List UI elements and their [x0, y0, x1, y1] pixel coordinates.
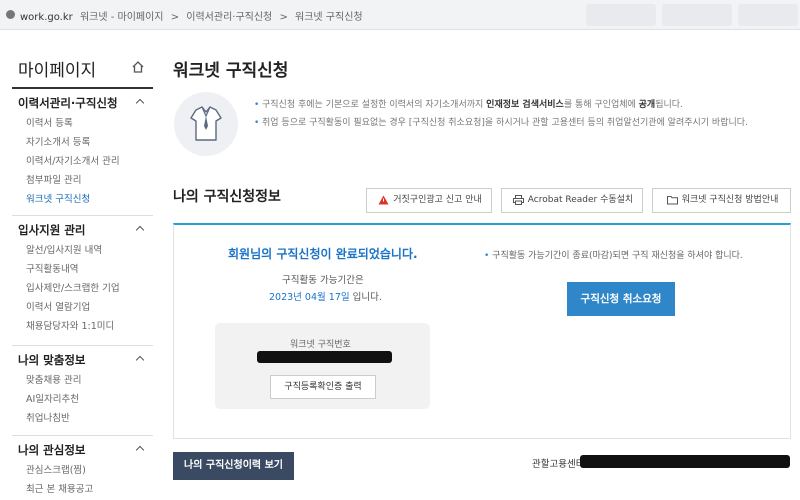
- sidebar-item-recruiter-chat[interactable]: 채용담당자와 1:1미디: [12, 317, 153, 336]
- sidebar-item-cover-letter[interactable]: 자기소개서 등록: [12, 133, 153, 152]
- sidebar-item-ai-recommend[interactable]: AI일자리추천: [12, 390, 153, 409]
- folder-icon: [666, 195, 678, 204]
- breadcrumb-item: 워크넷 - 마이페이지: [79, 12, 164, 23]
- sidebar-separator: [12, 215, 153, 216]
- acrobat-install-button[interactable]: Acrobat Reader 수동설치: [501, 188, 643, 213]
- sidebar-item-custom-jobs[interactable]: 맞춤채용 관리: [12, 371, 153, 390]
- sidebar-item-job-activity[interactable]: 구직활동내역: [12, 260, 153, 279]
- sidebar-item-scraps[interactable]: 관심스크랩(찜): [12, 461, 153, 480]
- notice-item: 취업 등으로 구직활동이 필요없는 경우 [구직신청 취소요청]을 하시거나 관…: [254, 116, 790, 130]
- cancel-application-button[interactable]: 구직신청 취소요청: [567, 282, 675, 316]
- sidebar-group-title[interactable]: 입사지원 관리: [12, 219, 153, 241]
- sidebar-item-resume-register[interactable]: 이력서 등록: [12, 114, 153, 133]
- sidebar-item-recent-jobs[interactable]: 최근 본 채용공고: [12, 480, 153, 499]
- complete-message: 회원님의 구직신청이 완료되었습니다.: [228, 247, 418, 261]
- application-history-button[interactable]: 나의 구직신청이력 보기: [173, 452, 294, 480]
- sidebar-separator: [12, 435, 153, 436]
- apply-guide-button[interactable]: 워크넷 구직신청 방법안내: [652, 188, 791, 213]
- shirt-icon: [190, 106, 222, 141]
- print-certificate-button[interactable]: 구직등록확인증 출력: [270, 375, 376, 399]
- breadcrumb-sep: >: [170, 12, 180, 23]
- sidebar-item-attachments[interactable]: 첨부파일 관리: [12, 171, 153, 190]
- sidebar-item-referral-history[interactable]: 알선/입사지원 내역: [12, 241, 153, 260]
- sidebar-item-offers-scraps[interactable]: 입사제안/스크랩한 기업: [12, 279, 153, 298]
- breadcrumb: work.go.kr 워크넷 - 마이페이지 > 이력서관리·구직신청 > 워크…: [20, 8, 367, 23]
- reapply-note: 구직활동 가능기간이 종료(마감)되면 구직 재신청을 하셔야 합니다.: [484, 248, 784, 261]
- sidebar-group-title[interactable]: 이력서관리·구직신청: [12, 92, 153, 114]
- alert-icon: [378, 195, 389, 204]
- notice-list: 구직신청 후에는 기본으로 설정한 이력서의 자기소개서까지 인재정보 검색서비…: [254, 98, 790, 134]
- breadcrumb-sep: >: [279, 12, 288, 23]
- toolbar-button[interactable]: [738, 4, 798, 26]
- period-date: 2023년 04월 17일: [269, 292, 350, 303]
- sidebar-group-interests: 나의 관심정보 관심스크랩(찜) 최근 본 채용공고: [12, 439, 153, 499]
- browser-address-bar[interactable]: work.go.kr 워크넷 - 마이페이지 > 이력서관리·구직신청 > 워크…: [0, 0, 800, 30]
- masked-job-number: [257, 351, 392, 363]
- sidebar-group-title[interactable]: 나의 맞춤정보: [12, 349, 153, 371]
- chevron-up-icon[interactable]: [135, 98, 145, 108]
- period-value: 2023년 04월 17일 입니다.: [269, 292, 382, 303]
- sidebar-item-career-compass[interactable]: 취업나침반: [12, 409, 153, 428]
- home-icon[interactable]: [131, 60, 145, 74]
- sidebar-item-job-apply[interactable]: 워크넷 구직신청: [12, 190, 153, 209]
- masked-office-name: [580, 455, 790, 468]
- section-title: 나의 구직신청정보: [173, 189, 281, 205]
- breadcrumb-item: 워크넷 구직신청: [295, 12, 363, 23]
- sidebar-group-title[interactable]: 나의 관심정보: [12, 439, 153, 461]
- sidebar-separator: [12, 345, 153, 346]
- domain-text: work.go.kr: [20, 12, 73, 23]
- job-number-label: 워크넷 구직번호: [290, 340, 351, 350]
- sidebar-group-applications: 입사지원 관리 알선/입사지원 내역 구직활동내역 입사제안/스크랩한 기업 이…: [12, 219, 153, 336]
- sidebar-item-resume-viewers[interactable]: 이력서 열람기업: [12, 298, 153, 317]
- chevron-up-icon[interactable]: [135, 445, 145, 455]
- notice-item: 구직신청 후에는 기본으로 설정한 이력서의 자기소개서까지 인재정보 검색서비…: [254, 98, 790, 112]
- page-title: 워크넷 구직신청: [173, 61, 289, 81]
- toolbar-button[interactable]: [662, 4, 732, 26]
- toolbar-button[interactable]: [586, 4, 656, 26]
- sidebar-item-resume-manage[interactable]: 이력서/자기소개서 관리: [12, 152, 153, 171]
- shirt-illustration: [174, 92, 238, 156]
- sidebar-group-custom-info: 나의 맞춤정보 맞춤채용 관리 AI일자리추천 취업나침반: [12, 349, 153, 428]
- period-label: 구직활동 가능기간은: [282, 275, 364, 286]
- chevron-up-icon[interactable]: [135, 355, 145, 365]
- printer-icon: [512, 194, 524, 205]
- breadcrumb-item: 이력서관리·구직신청: [186, 12, 273, 23]
- sidebar-group-resume: 이력서관리·구직신청 이력서 등록 자기소개서 등록 이력서/자기소개서 관리 …: [12, 92, 153, 209]
- sidebar-divider: [12, 87, 153, 89]
- chevron-up-icon[interactable]: [135, 225, 145, 235]
- office-label: 관할고용센터: [532, 459, 585, 470]
- fake-job-ad-report-button[interactable]: 거짓구인광고 신고 안내: [366, 188, 492, 213]
- site-info-icon[interactable]: [6, 10, 15, 19]
- sidebar-title: 마이페이지: [18, 61, 97, 81]
